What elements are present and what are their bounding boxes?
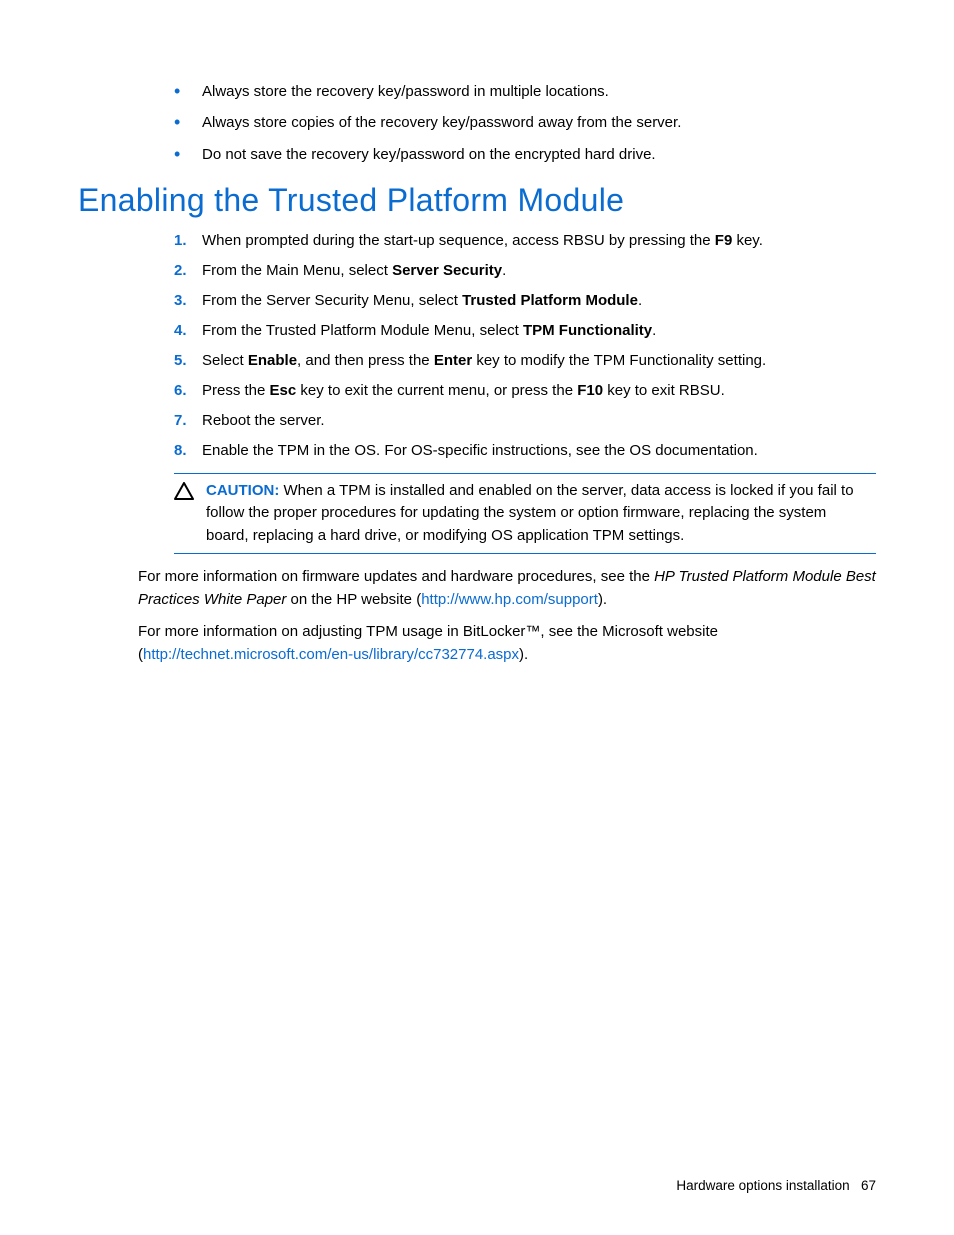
- list-item: Always store the recovery key/password i…: [174, 80, 876, 103]
- step-item: From the Server Security Menu, select Tr…: [174, 289, 876, 313]
- step-bold: F10: [577, 382, 603, 399]
- paragraph-text: ).: [598, 591, 607, 608]
- footer-page-number: 67: [861, 1178, 876, 1193]
- step-text: .: [638, 292, 642, 309]
- step-bold: Enter: [434, 352, 472, 369]
- paragraph: For more information on firmware updates…: [138, 566, 876, 611]
- step-text: .: [502, 262, 506, 279]
- caution-box: CAUTION: When a TPM is installed and ena…: [174, 473, 876, 555]
- step-text: , and then press the: [297, 352, 434, 369]
- step-text: Reboot the server.: [202, 412, 325, 429]
- step-text: key to exit the current menu, or press t…: [296, 382, 577, 399]
- list-item: Always store copies of the recovery key/…: [174, 111, 876, 134]
- step-bold: Trusted Platform Module: [462, 292, 638, 309]
- step-text: When prompted during the start-up sequen…: [202, 232, 715, 249]
- step-bold: TPM Functionality: [523, 322, 652, 339]
- step-bold: Esc: [270, 382, 297, 399]
- step-text: Press the: [202, 382, 270, 399]
- list-item: Do not save the recovery key/password on…: [174, 143, 876, 166]
- step-text: Enable the TPM in the OS. For OS-specifi…: [202, 442, 758, 459]
- list-item-text: Do not save the recovery key/password on…: [202, 146, 656, 163]
- step-bold: Enable: [248, 352, 297, 369]
- list-item-text: Always store copies of the recovery key/…: [202, 114, 681, 131]
- footer-section: Hardware options installation: [676, 1178, 849, 1193]
- caution-content: CAUTION: When a TPM is installed and ena…: [206, 480, 870, 548]
- hp-support-link[interactable]: http://www.hp.com/support: [421, 591, 598, 608]
- step-text: From the Server Security Menu, select: [202, 292, 462, 309]
- caution-icon: [174, 482, 194, 508]
- caution-text: When a TPM is installed and enabled on t…: [206, 482, 854, 544]
- step-item: When prompted during the start-up sequen…: [174, 229, 876, 253]
- step-item: From the Trusted Platform Module Menu, s…: [174, 319, 876, 343]
- step-item: Reboot the server.: [174, 409, 876, 433]
- microsoft-technet-link[interactable]: http://technet.microsoft.com/en-us/libra…: [143, 646, 519, 663]
- list-item-text: Always store the recovery key/password i…: [202, 83, 609, 100]
- steps-list: When prompted during the start-up sequen…: [78, 229, 876, 463]
- step-item: Press the Esc key to exit the current me…: [174, 379, 876, 403]
- caution-label: CAUTION:: [206, 482, 279, 499]
- paragraph: For more information on adjusting TPM us…: [138, 621, 876, 666]
- paragraph-text: For more information on firmware updates…: [138, 568, 654, 585]
- step-bold: Server Security: [392, 262, 502, 279]
- step-text: From the Main Menu, select: [202, 262, 392, 279]
- step-bold: F9: [715, 232, 733, 249]
- step-item: From the Main Menu, select Server Securi…: [174, 259, 876, 283]
- paragraph-text: ).: [519, 646, 528, 663]
- step-text: From the Trusted Platform Module Menu, s…: [202, 322, 523, 339]
- section-heading: Enabling the Trusted Platform Module: [78, 182, 876, 219]
- paragraph-text: on the HP website (: [286, 591, 421, 608]
- step-item: Select Enable, and then press the Enter …: [174, 349, 876, 373]
- step-text: key.: [732, 232, 763, 249]
- step-text: .: [652, 322, 656, 339]
- step-item: Enable the TPM in the OS. For OS-specifi…: [174, 439, 876, 463]
- page-footer: Hardware options installation 67: [676, 1178, 876, 1193]
- document-page: Always store the recovery key/password i…: [0, 0, 954, 1235]
- intro-bullets: Always store the recovery key/password i…: [78, 80, 876, 166]
- step-text: Select: [202, 352, 248, 369]
- step-text: key to modify the TPM Functionality sett…: [472, 352, 766, 369]
- step-text: key to exit RBSU.: [603, 382, 725, 399]
